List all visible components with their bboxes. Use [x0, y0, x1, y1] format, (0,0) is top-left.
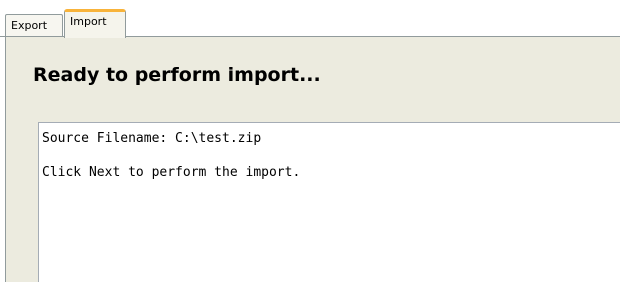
- import-panel: Ready to perform import... Source Filena…: [5, 37, 620, 282]
- import-export-window: Export Import Ready to perform import...…: [0, 0, 620, 282]
- tab-export[interactable]: Export: [5, 14, 63, 36]
- page-title: Ready to perform import...: [33, 64, 321, 86]
- tab-import[interactable]: Import: [64, 9, 126, 38]
- instruction-line: Click Next to perform the import.: [42, 165, 301, 180]
- source-filename-line: Source Filename: C:\test.zip: [42, 131, 262, 146]
- tab-strip: Export Import: [0, 0, 620, 38]
- import-summary-textbox[interactable]: Source Filename: C:\test.zip Click Next …: [38, 122, 620, 282]
